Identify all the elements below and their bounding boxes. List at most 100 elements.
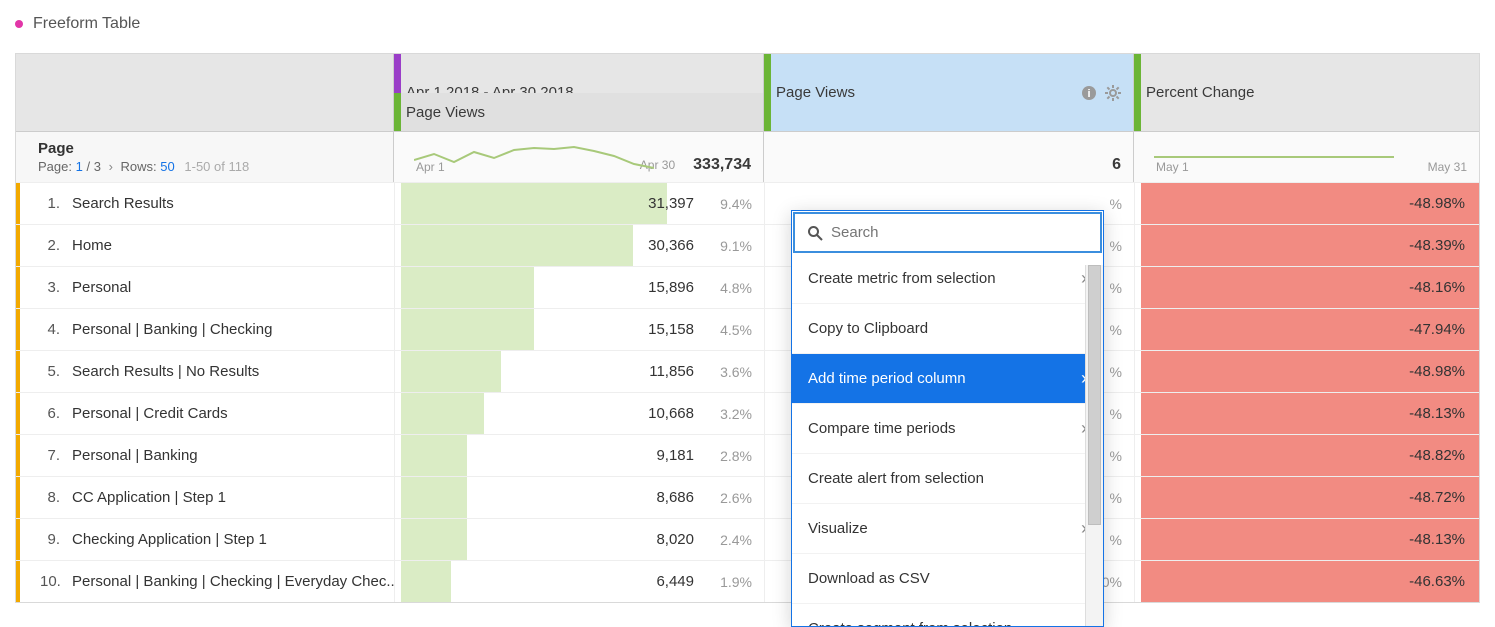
col1-value[interactable]: 11,8563.6% bbox=[394, 351, 764, 392]
percent-change: -48.98% bbox=[1409, 195, 1465, 212]
row-index: 10. bbox=[40, 573, 60, 590]
col2-summary: 6 bbox=[764, 132, 1134, 182]
dimension-header[interactable]: Page Page: 1 / 3 › Rows: 50 1-50 of 118 bbox=[16, 132, 394, 182]
menu-scrollbar[interactable] bbox=[1085, 265, 1103, 626]
row-label[interactable]: 6.Personal | Credit Cards bbox=[16, 393, 394, 434]
row-label[interactable]: 5.Search Results | No Results bbox=[16, 351, 394, 392]
percent-change: -48.13% bbox=[1409, 405, 1465, 422]
table-row[interactable]: 6.Personal | Credit Cards10,6683.2%%-48.… bbox=[16, 392, 1479, 434]
table-row[interactable]: 8.CC Application | Step 18,6862.6%%-48.7… bbox=[16, 476, 1479, 518]
column-grip[interactable] bbox=[394, 93, 401, 131]
menu-item-label: Download as CSV bbox=[808, 570, 930, 587]
col1-summary: Apr 1 Apr 30 333,734 bbox=[394, 132, 764, 182]
table-row[interactable]: 10.Personal | Banking | Checking | Every… bbox=[16, 560, 1479, 602]
header-dimension-blank2 bbox=[16, 93, 394, 132]
row-page-name: CC Application | Step 1 bbox=[72, 489, 226, 506]
col1-value[interactable]: 8,6862.6% bbox=[394, 477, 764, 518]
gear-icon[interactable] bbox=[1105, 85, 1121, 101]
column-grip[interactable] bbox=[1134, 54, 1141, 131]
row-label[interactable]: 7.Personal | Banking bbox=[16, 435, 394, 476]
percent-change: -46.63% bbox=[1409, 573, 1465, 590]
row-label[interactable]: 8.CC Application | Step 1 bbox=[16, 477, 394, 518]
sparkline bbox=[414, 142, 654, 172]
menu-item[interactable]: Compare time periods› bbox=[792, 404, 1103, 454]
col1-number: 15,158 bbox=[648, 321, 694, 338]
menu-item[interactable]: Copy to Clipboard bbox=[792, 304, 1103, 354]
col1-total: 333,734 bbox=[693, 156, 751, 174]
header-page-views-1[interactable]: Page Views bbox=[394, 93, 764, 132]
col3-value[interactable]: -48.16% bbox=[1134, 267, 1479, 308]
pager-current[interactable]: 1 bbox=[76, 159, 83, 174]
menu-item[interactable]: Download as CSV bbox=[792, 554, 1103, 604]
value-bar bbox=[401, 225, 633, 266]
row-index: 9. bbox=[40, 531, 60, 548]
scrollbar-thumb[interactable] bbox=[1088, 265, 1101, 525]
menu-item[interactable]: Create metric from selection› bbox=[792, 254, 1103, 304]
header-page-views-2[interactable]: Page Views i bbox=[764, 54, 1134, 132]
col1-number: 8,020 bbox=[656, 531, 694, 548]
value-bar bbox=[401, 267, 534, 308]
freeform-table: Apr 1 2018 - Apr 30 2018 Page Views i Pe… bbox=[15, 53, 1480, 603]
menu-item-label: Compare time periods bbox=[808, 420, 956, 437]
col3-value[interactable]: -48.13% bbox=[1134, 393, 1479, 434]
row-label[interactable]: 9.Checking Application | Step 1 bbox=[16, 519, 394, 560]
table-row[interactable]: 5.Search Results | No Results11,8563.6%%… bbox=[16, 350, 1479, 392]
row-label[interactable]: 4.Personal | Banking | Checking bbox=[16, 309, 394, 350]
dimension-pager: Page: 1 / 3 › Rows: 50 1-50 of 118 bbox=[38, 159, 249, 174]
row-label[interactable]: 3.Personal bbox=[16, 267, 394, 308]
table-row[interactable]: 4.Personal | Banking | Checking 15,158 4.5… bbox=[16, 308, 1479, 350]
menu-item[interactable]: Create alert from selection bbox=[792, 454, 1103, 504]
col1-value[interactable]: 15,158 4.5% bbox=[394, 309, 764, 350]
info-icon[interactable]: i bbox=[1081, 85, 1097, 101]
table-row[interactable]: 1.Search Results31,3979.4%%-48.98% bbox=[16, 182, 1479, 224]
col3-value[interactable]: -48.13% bbox=[1134, 519, 1479, 560]
col3-value[interactable]: -48.72% bbox=[1134, 477, 1479, 518]
value-bar bbox=[401, 435, 467, 476]
col3-value[interactable]: -48.39% bbox=[1134, 225, 1479, 266]
row-page-name: Personal | Credit Cards bbox=[72, 405, 228, 422]
col3-value[interactable]: -48.98% bbox=[1134, 183, 1479, 224]
col1-number: 9,181 bbox=[656, 447, 694, 464]
table-row[interactable]: 2.Home30,3669.1%%-48.39% bbox=[16, 224, 1479, 266]
col1-value[interactable]: 30,3669.1% bbox=[394, 225, 764, 266]
col1-value[interactable]: 8,0202.4% bbox=[394, 519, 764, 560]
col1-percent: 3.6% bbox=[708, 364, 752, 380]
col3-label: Percent Change bbox=[1146, 84, 1254, 101]
col3-value[interactable]: -48.98% bbox=[1134, 351, 1479, 392]
col1-metric-label: Page Views bbox=[406, 104, 485, 121]
value-bar bbox=[401, 393, 484, 434]
header-percent-change[interactable]: Percent Change bbox=[1134, 54, 1479, 132]
col1-number: 31,397 bbox=[648, 195, 694, 212]
table-row[interactable]: 7.Personal | Banking9,1812.8%%-48.82% bbox=[16, 434, 1479, 476]
percent-change: -48.16% bbox=[1409, 279, 1465, 296]
menu-item[interactable]: Visualize› bbox=[792, 504, 1103, 554]
menu-search[interactable] bbox=[793, 212, 1102, 253]
col1-value[interactable]: 9,1812.8% bbox=[394, 435, 764, 476]
col1-percent: 4.5% bbox=[708, 322, 752, 338]
col1-value[interactable]: 10,6683.2% bbox=[394, 393, 764, 434]
col1-value[interactable]: 31,3979.4% bbox=[394, 183, 764, 224]
table-row[interactable]: 3.Personal15,8964.8%%-48.16% bbox=[16, 266, 1479, 308]
col1-number: 6,449 bbox=[656, 573, 694, 590]
row-page-name: Search Results bbox=[72, 195, 174, 212]
col3-value[interactable]: -48.82% bbox=[1134, 435, 1479, 476]
chevron-right-icon[interactable]: › bbox=[105, 159, 117, 174]
row-label[interactable]: 10.Personal | Banking | Checking | Every… bbox=[16, 561, 394, 602]
row-label[interactable]: 1.Search Results bbox=[16, 183, 394, 224]
column-grip[interactable] bbox=[764, 54, 771, 131]
col1-percent: 4.8% bbox=[708, 280, 752, 296]
panel-title[interactable]: Freeform Table bbox=[33, 15, 140, 33]
col3-value[interactable]: -46.63% bbox=[1134, 561, 1479, 602]
row-label[interactable]: 2.Home bbox=[16, 225, 394, 266]
pager-label: Page: bbox=[38, 159, 72, 174]
menu-item[interactable]: Add time period column› bbox=[792, 354, 1103, 404]
menu-item-label: Create metric from selection bbox=[808, 270, 996, 287]
row-page-name: Personal bbox=[72, 279, 131, 296]
menu-item[interactable]: Create segment from selection bbox=[792, 604, 1103, 626]
table-row[interactable]: 9.Checking Application | Step 18,0202.4%… bbox=[16, 518, 1479, 560]
menu-search-input[interactable] bbox=[831, 224, 1088, 241]
col1-value[interactable]: 6,4491.9% bbox=[394, 561, 764, 602]
rows-value[interactable]: 50 bbox=[160, 159, 174, 174]
col3-value[interactable]: -47.94% bbox=[1134, 309, 1479, 350]
col1-value[interactable]: 15,8964.8% bbox=[394, 267, 764, 308]
